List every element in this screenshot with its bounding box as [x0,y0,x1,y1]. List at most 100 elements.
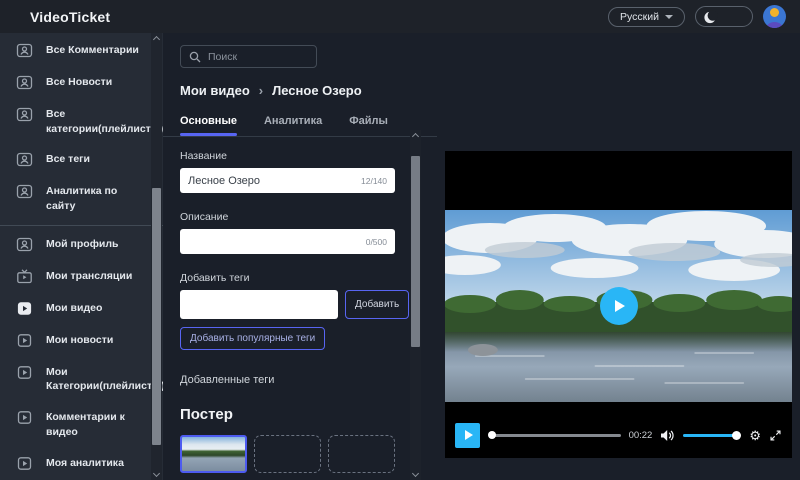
sidebar-divider [0,225,163,226]
sidebar-item-video-comments[interactable]: Комментарии к видео [0,402,163,447]
sidebar-scrollbar[interactable] [151,33,162,480]
sidebar-item-label: Все Новости [46,75,112,90]
player-controls: 00:22 ⚙ [455,422,782,448]
fullscreen-icon[interactable] [769,429,782,442]
sidebar-item-label: Мои новости [46,333,113,348]
video-player[interactable]: 00:22 ⚙ [445,151,792,458]
user-card-icon [16,151,33,168]
scroll-down-icon[interactable] [412,470,419,477]
poster-thumbnail-selected[interactable] [180,435,247,473]
topbar: VideoTicket Русский [0,0,800,33]
content-scrollbar[interactable] [410,130,421,480]
scroll-up-icon[interactable] [412,133,419,140]
volume-icon[interactable] [660,429,675,442]
settings-icon[interactable]: ⚙ [749,429,761,442]
user-card-icon [16,74,33,91]
user-card-icon [16,42,33,59]
tags-input[interactable] [188,299,330,311]
caret-down-icon [665,15,673,19]
search-box[interactable] [180,45,317,68]
big-play-button[interactable] [600,287,638,325]
description-label: Описание [180,211,395,223]
scroll-down-icon[interactable] [153,470,160,477]
sidebar-item-my-profile[interactable]: Мой профиль [0,229,163,261]
breadcrumb-separator-icon: › [259,83,263,98]
play-button[interactable] [455,423,480,448]
tab-main[interactable]: Основные [180,115,237,136]
description-field: 0/500 [180,229,395,254]
breadcrumb-parent[interactable]: Мои видео [180,83,250,98]
progress-bar[interactable] [488,431,621,440]
video-edit-form: Название 12/140 Описание 0/500 Добавить … [180,137,395,480]
theme-toggle[interactable] [695,6,753,27]
tags-field [180,290,338,319]
progress-track [492,434,621,438]
sidebar-item-label: Моя аналитика [46,456,124,471]
language-label: Русский [620,11,659,23]
sidebar-item-all-comments[interactable]: Все Комментарии [0,35,163,67]
video-icon [16,455,33,472]
current-time: 00:22 [629,430,653,441]
tab-files[interactable]: Файлы [349,115,388,136]
progress-knob[interactable] [488,431,496,439]
volume-track [683,434,737,438]
add-tag-button[interactable]: Добавить [345,290,409,319]
sidebar-item-my-analytics[interactable]: Моя аналитика [0,448,163,480]
description-counter: 0/500 [366,237,387,247]
moon-icon [702,9,720,26]
sidebar-item-label: Все теги [46,152,90,167]
tab-analytics[interactable]: Аналитика [264,115,322,136]
sidebar-item-label: Все категории(плейлисты) [46,107,163,136]
sidebar-item-my-categories[interactable]: Мои Категории(плейлисты) [0,357,163,402]
sidebar-item-label: Мои трансляции [46,269,132,284]
tv-icon [16,268,33,285]
avatar-head [770,8,779,17]
poster-slot-empty[interactable] [328,435,395,473]
popular-tags-button[interactable]: Добавить популярные теги [180,327,325,350]
name-field: 12/140 [180,168,395,193]
poster-row [180,435,395,473]
main-content: Мои видео › Лесное Озеро Основные Аналит… [163,33,800,480]
sidebar-item-label: Мои видео [46,301,102,316]
sidebar-item-site-analytics[interactable]: Аналитика по сайту [0,176,163,221]
add-tags-label: Добавить теги [180,272,395,284]
video-icon [16,364,33,381]
user-card-icon [16,183,33,200]
description-input[interactable] [188,236,360,248]
avatar[interactable] [763,5,786,28]
tabs: Основные Аналитика Файлы [180,115,437,136]
breadcrumb: Мои видео › Лесное Озеро [180,83,437,98]
user-card-icon [16,236,33,253]
language-selector[interactable]: Русский [608,7,685,27]
sidebar: Все Комментарии Все Новости Все категори… [0,33,163,480]
sidebar-scrollbar-thumb[interactable] [152,188,161,445]
added-tags-label: Добавленные теги [180,374,395,386]
video-icon [16,300,33,317]
add-tags-row: Добавить [180,290,395,319]
poster-slot-empty[interactable] [254,435,321,473]
poster-heading: Постер [180,406,395,423]
play-icon [465,430,473,440]
name-input[interactable] [188,175,355,187]
volume-slider[interactable] [683,431,741,440]
sidebar-item-all-categories[interactable]: Все категории(плейлисты) [0,99,163,144]
search-input[interactable] [208,51,308,63]
sidebar-item-label: Аналитика по сайту [46,184,141,213]
edit-pane: Мои видео › Лесное Озеро Основные Аналит… [163,33,437,480]
name-counter: 12/140 [361,176,387,186]
sidebar-item-all-tags[interactable]: Все теги [0,144,163,176]
sidebar-item-my-news[interactable]: Мои новости [0,325,163,357]
search-icon [189,51,201,63]
avatar-body [766,22,783,28]
topbar-right: Русский [608,5,786,28]
sidebar-item-my-streams[interactable]: Мои трансляции [0,261,163,293]
video-icon [16,409,33,426]
content-scrollbar-thumb[interactable] [411,156,420,347]
sidebar-item-label: Комментарии к видео [46,410,141,439]
sidebar-item-all-news[interactable]: Все Новости [0,67,163,99]
sidebar-item-label: Мои Категории(плейлисты) [46,365,165,394]
sidebar-item-my-videos[interactable]: Мои видео [0,293,163,325]
play-icon [615,300,625,312]
volume-knob[interactable] [732,431,741,440]
scroll-up-icon[interactable] [153,36,160,43]
